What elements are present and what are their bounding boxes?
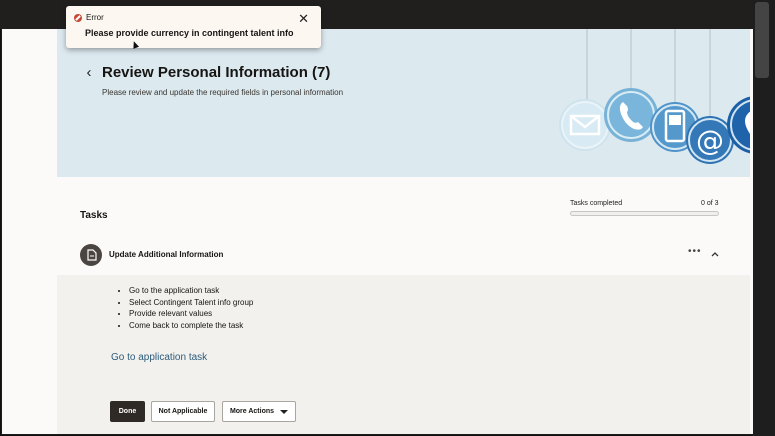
- task-steps-list: Go to the application task Select Contin…: [119, 285, 253, 331]
- error-icon: [74, 14, 82, 22]
- error-toast: Error Please provide currency in conting…: [66, 6, 321, 48]
- mail-icon: [559, 99, 611, 151]
- not-applicable-button-label: Not Applicable: [158, 408, 208, 415]
- task-row[interactable]: Update Additional Information •••: [57, 235, 750, 275]
- progress-count: 0 of 3: [701, 200, 719, 207]
- task-title: Update Additional Information: [109, 250, 224, 259]
- toast-title: Error: [86, 13, 104, 22]
- close-icon[interactable]: ✕: [298, 11, 309, 27]
- not-applicable-button[interactable]: Not Applicable: [151, 401, 215, 422]
- list-item: Provide relevant values: [129, 308, 253, 320]
- hero-banner: @: [57, 29, 750, 177]
- toast-message: Please provide currency in contingent ta…: [85, 28, 294, 38]
- progress-label: Tasks completed: [570, 200, 623, 207]
- page-content: @ ‹ Review Personal Information (7) Plea…: [2, 29, 753, 434]
- more-actions-button-label: More Actions: [229, 408, 275, 415]
- right-strip: [753, 0, 775, 436]
- more-options-icon[interactable]: •••: [688, 246, 702, 257]
- contact-icons-graphic: @: [559, 29, 750, 164]
- chevron-up-icon[interactable]: [709, 249, 721, 259]
- scrollbar-thumb[interactable]: [755, 2, 769, 78]
- svg-text:@: @: [696, 124, 724, 157]
- task-details-panel: Go to the application task Select Contin…: [57, 275, 750, 434]
- document-icon: [80, 244, 102, 266]
- tasks-heading: Tasks: [80, 210, 108, 221]
- page-subtitle: Please review and update the required fi…: [102, 88, 344, 97]
- more-actions-button[interactable]: More Actions: [222, 401, 296, 422]
- done-button-label: Done: [118, 408, 137, 415]
- go-to-application-task-link[interactable]: Go to application task: [111, 352, 207, 363]
- list-item: Come back to complete the task: [129, 320, 253, 332]
- tasks-progress-bar: [570, 211, 719, 216]
- list-item: Select Contingent Talent info group: [129, 297, 253, 309]
- phone-icon: [604, 88, 658, 142]
- list-item: Go to the application task: [129, 285, 253, 297]
- chevron-left-icon[interactable]: ‹: [82, 65, 96, 81]
- caret-down-icon: [280, 409, 289, 414]
- at-sign-icon: @: [686, 116, 734, 164]
- done-button[interactable]: Done: [110, 401, 145, 422]
- page-title: Review Personal Information (7): [102, 64, 331, 81]
